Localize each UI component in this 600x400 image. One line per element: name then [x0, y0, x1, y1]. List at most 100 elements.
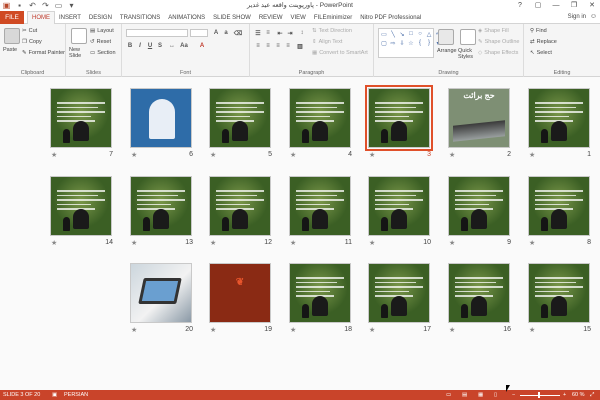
replace-button[interactable]: ⇄ Replace: [530, 39, 557, 45]
spellcheck-icon[interactable]: ▣: [52, 392, 57, 398]
copy-button[interactable]: ❐ Copy: [22, 39, 42, 45]
transition-star-icon[interactable]: ★: [529, 326, 535, 334]
reading-view-icon[interactable]: ▯: [494, 392, 497, 398]
slide-thumbnail-1[interactable]: [528, 88, 590, 148]
shape-outline-button[interactable]: ✎ Shape Outline: [478, 39, 519, 45]
slide-thumbnail-5[interactable]: [209, 88, 271, 148]
comments-icon[interactable]: ▭: [446, 392, 451, 398]
slide-thumbnail-11[interactable]: [289, 176, 351, 236]
brace-shape-icon[interactable]: {: [416, 39, 424, 47]
font-name-input[interactable]: [126, 29, 188, 37]
bullets-icon[interactable]: ☰: [254, 29, 262, 37]
star-shape-icon[interactable]: ☆: [407, 39, 415, 47]
shape-fill-button[interactable]: ◈ Shape Fill: [478, 28, 509, 34]
slide-thumbnail-19[interactable]: ❦: [209, 263, 271, 323]
transition-star-icon[interactable]: ★: [449, 239, 455, 247]
sign-in-link[interactable]: Sign in: [568, 14, 586, 20]
change-case-icon[interactable]: Aa: [180, 42, 188, 50]
line-shape-icon[interactable]: ╲: [389, 30, 397, 38]
slide-thumbnail-7[interactable]: [50, 88, 112, 148]
textbox-shape-icon[interactable]: ▭: [380, 30, 388, 38]
align-text-button[interactable]: ⇕ Align Text: [312, 39, 342, 45]
slide-sorter-view-icon[interactable]: ▦: [478, 392, 483, 398]
oval-shape-icon[interactable]: ○: [416, 30, 424, 38]
transition-star-icon[interactable]: ★: [449, 326, 455, 334]
increase-indent-icon[interactable]: ⇥: [286, 29, 294, 37]
transition-star-icon[interactable]: ★: [131, 151, 137, 159]
transition-star-icon[interactable]: ★: [290, 151, 296, 159]
restore-icon[interactable]: ❐: [568, 0, 580, 10]
reset-button[interactable]: ↺ Reset: [90, 39, 111, 45]
slide-thumbnail-4[interactable]: [289, 88, 351, 148]
slide-thumbnail-8[interactable]: [528, 176, 590, 236]
new-slide-button[interactable]: New Slide: [69, 47, 89, 59]
slide-thumbnail-13[interactable]: [130, 176, 192, 236]
slide-thumbnail-20[interactable]: [130, 263, 192, 323]
transition-star-icon[interactable]: ★: [290, 239, 296, 247]
increase-font-icon[interactable]: A: [212, 29, 220, 37]
smiley-feedback-icon[interactable]: ☺: [590, 13, 597, 20]
underline-button[interactable]: U: [146, 42, 154, 50]
zoom-out-icon[interactable]: −: [512, 392, 515, 398]
tab-animations[interactable]: ANIMATIONS: [164, 11, 209, 24]
transition-star-icon[interactable]: ★: [290, 326, 296, 334]
transition-star-icon[interactable]: ★: [131, 326, 137, 334]
paste-icon[interactable]: [4, 28, 20, 44]
quick-styles-icon[interactable]: [460, 29, 476, 45]
align-center-icon[interactable]: ≡: [264, 42, 272, 50]
justify-icon[interactable]: ≡: [284, 42, 292, 50]
tab-slide-show[interactable]: SLIDE SHOW: [209, 11, 255, 24]
normal-view-icon[interactable]: ▤: [462, 392, 467, 398]
tab-design[interactable]: DESIGN: [85, 11, 116, 24]
zoom-slider-handle[interactable]: [538, 392, 540, 398]
strikethrough-button[interactable]: S: [156, 42, 164, 50]
slide-thumbnail-16[interactable]: [448, 263, 510, 323]
italic-button[interactable]: I: [136, 42, 144, 50]
triangle-shape-icon[interactable]: △: [425, 30, 433, 38]
fit-to-window-icon[interactable]: ⤢: [590, 392, 594, 399]
decrease-font-icon[interactable]: a: [222, 29, 230, 37]
shape-effects-button[interactable]: ◇ Shape Effects: [478, 50, 518, 56]
align-right-icon[interactable]: ≡: [274, 42, 282, 50]
font-color-icon[interactable]: A: [198, 42, 206, 50]
arrange-button[interactable]: Arrange: [437, 48, 457, 54]
tab-fileminimizer[interactable]: FILEminimizer: [310, 11, 356, 24]
slide-thumbnail-17[interactable]: [368, 263, 430, 323]
slide-thumbnail-12[interactable]: [209, 176, 271, 236]
new-slide-icon[interactable]: [71, 28, 87, 44]
tab-insert[interactable]: INSERT: [55, 11, 85, 24]
transition-star-icon[interactable]: ★: [210, 326, 216, 334]
slide-thumbnail-10[interactable]: [368, 176, 430, 236]
brace-close-shape-icon[interactable]: }: [425, 39, 433, 47]
text-direction-button[interactable]: ⇅ Text Direction: [312, 28, 352, 34]
ribbon-display-icon[interactable]: ▢: [532, 0, 544, 10]
format-painter-button[interactable]: ✎ Format Painter: [22, 50, 65, 56]
convert-smartart-button[interactable]: ▦ Convert to SmartArt: [312, 50, 368, 56]
slide-thumbnail-2[interactable]: حج برائت: [448, 88, 510, 148]
transition-star-icon[interactable]: ★: [449, 151, 455, 159]
slide-sorter[interactable]: 1 ★ حج برائت 2 ★ 3 ★ 4 ★ 5 ★ 6 ★ 7 ★ 8 ★ 9 ★ 10 ★ 11 ★ 12 ★ 13 ★ 14…: [0, 77, 600, 390]
transition-star-icon[interactable]: ★: [131, 239, 137, 247]
transition-star-icon[interactable]: ★: [51, 151, 57, 159]
transition-star-icon[interactable]: ★: [51, 239, 57, 247]
transition-star-icon[interactable]: ★: [369, 151, 375, 159]
cut-button[interactable]: ✂ Cut: [22, 28, 37, 34]
clear-formatting-icon[interactable]: ⌫: [234, 29, 242, 37]
tab-home[interactable]: HOME: [27, 11, 55, 24]
decrease-indent-icon[interactable]: ⇤: [276, 29, 284, 37]
right-arrow-shape-icon[interactable]: ⇨: [389, 39, 397, 47]
slide-thumbnail-18[interactable]: [289, 263, 351, 323]
arrow-shape-icon[interactable]: ↘: [398, 30, 406, 38]
layout-button[interactable]: ▤ Layout: [90, 28, 114, 34]
tab-transitions[interactable]: TRANSITIONS: [116, 11, 164, 24]
zoom-in-icon[interactable]: +: [563, 392, 566, 398]
font-size-input[interactable]: [190, 29, 208, 37]
help-button[interactable]: ?: [514, 0, 526, 10]
close-icon[interactable]: ✕: [586, 0, 598, 10]
transition-star-icon[interactable]: ★: [369, 326, 375, 334]
language-indicator[interactable]: PERSIAN: [64, 392, 88, 398]
arrange-icon[interactable]: [438, 29, 454, 45]
transition-star-icon[interactable]: ★: [529, 239, 535, 247]
minimize-icon[interactable]: —: [550, 0, 562, 10]
slide-thumbnail-3[interactable]: [365, 85, 433, 151]
